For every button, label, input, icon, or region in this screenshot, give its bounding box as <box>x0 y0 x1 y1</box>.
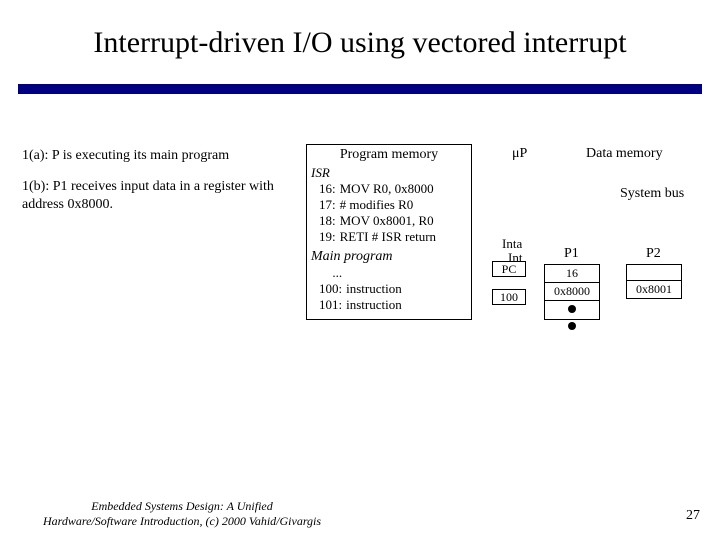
step-1a-text: 1(a): P is executing its main program <box>22 148 302 164</box>
p2-label: P2 <box>646 246 661 262</box>
title-divider <box>18 84 702 94</box>
isr-instr: # modifies R0 <box>340 197 436 213</box>
pc-box: PC <box>492 261 526 277</box>
step-1b-text: 1(b): P1 receives input data in a regist… <box>22 178 302 213</box>
main-addr: ... <box>319 265 346 281</box>
isr-label: ISR <box>311 165 467 181</box>
p2-empty <box>627 265 681 281</box>
p1-label: P1 <box>564 246 579 262</box>
main-instr: instruction <box>346 281 402 297</box>
footer-line1: Embedded Systems Design: A Unified <box>91 499 273 513</box>
main-instr <box>346 265 402 281</box>
slide-title: Interrupt-driven I/O using vectored inte… <box>0 26 720 60</box>
program-memory-box: Program memory ISR 16:MOV R0, 0x8000 17:… <box>306 144 472 320</box>
footer-citation: Embedded Systems Design: A Unified Hardw… <box>22 499 342 528</box>
isr-addr: 18: <box>319 213 340 229</box>
page-number: 27 <box>686 508 700 524</box>
main-addr: 101: <box>319 297 346 313</box>
p1-reg-top: 16 <box>545 265 599 283</box>
isr-instr: RETI # ISR return <box>340 229 436 245</box>
p1-reg-bot: 0x8000 <box>545 283 599 301</box>
program-memory-header: Program memory <box>311 147 467 163</box>
p2-reg: 0x8001 <box>627 281 681 298</box>
footer-line2: Hardware/Software Introduction, (c) 2000… <box>43 514 321 528</box>
system-bus-label: System bus <box>620 186 684 202</box>
isr-addr: 17: <box>319 197 340 213</box>
main-table: ... 100:instruction 101:instruction <box>319 265 402 313</box>
pc-value-box: 100 <box>492 289 526 305</box>
isr-table: 16:MOV R0, 0x8000 17:# modifies R0 18:MO… <box>319 181 436 245</box>
main-instr: instruction <box>346 297 402 313</box>
dot-icon <box>568 322 576 330</box>
peripheral-p1-box: 16 0x8000 <box>544 264 600 320</box>
peripheral-p2-box: 0x8001 <box>626 264 682 299</box>
dot-icon <box>568 305 576 313</box>
isr-instr: MOV R0, 0x8000 <box>340 181 436 197</box>
isr-addr: 16: <box>319 181 340 197</box>
p1-dot-row <box>545 301 599 319</box>
main-addr: 100: <box>319 281 346 297</box>
main-program-label: Main program <box>311 249 467 265</box>
data-memory-label: Data memory <box>586 146 663 162</box>
isr-instr: MOV 0x8001, R0 <box>340 213 436 229</box>
isr-addr: 19: <box>319 229 340 245</box>
microprocessor-label: μP <box>512 146 527 162</box>
